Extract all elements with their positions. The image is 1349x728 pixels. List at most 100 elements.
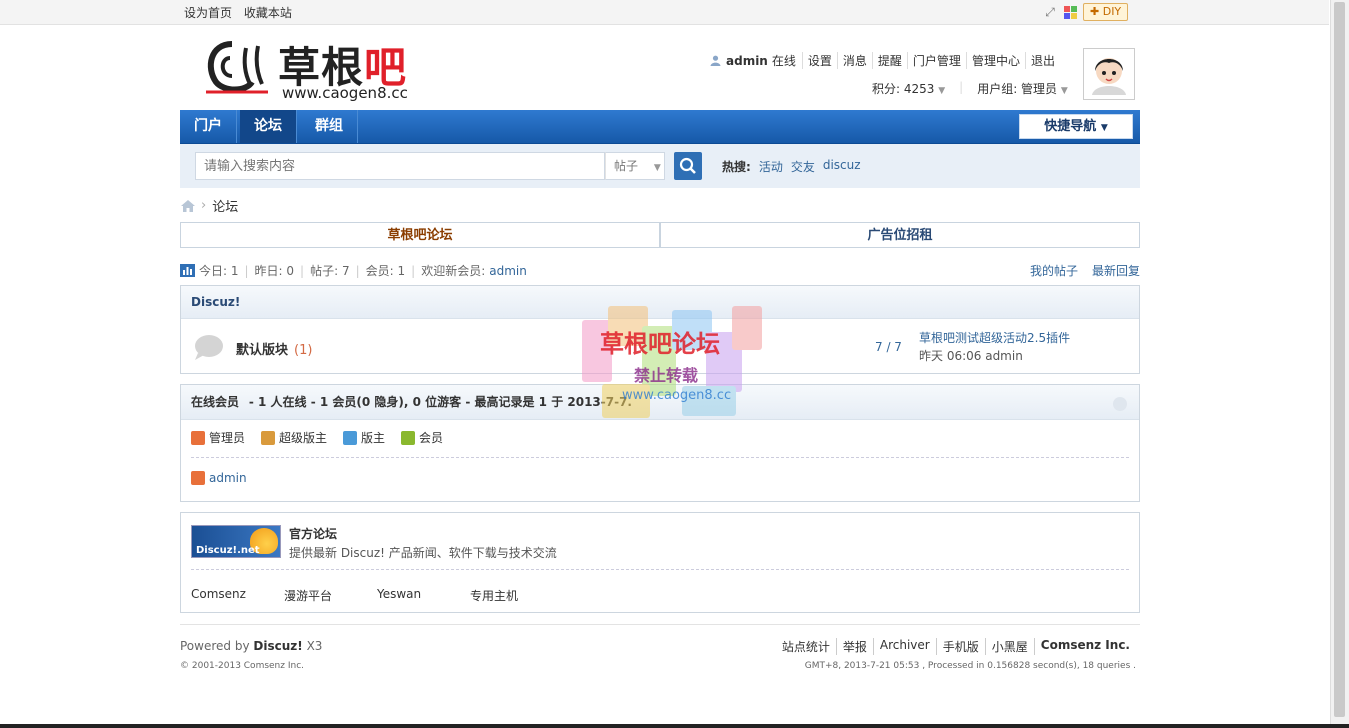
forum-last-post: 草根吧测试超级活动2.5插件 昨天 06:06 admin (919, 329, 1070, 365)
forum-name-link[interactable]: 默认版块 (1) (236, 339, 312, 358)
quick-nav-button[interactable]: 快捷导航 ▼ (1019, 114, 1133, 139)
online-title[interactable]: 在线会员 (191, 395, 239, 409)
diy-button[interactable]: ✚ DIY (1083, 3, 1129, 21)
logo-emblem-icon (206, 41, 268, 94)
notifications-link[interactable]: 提醒 (871, 52, 907, 69)
caret-down-icon: ▼ (938, 86, 946, 96)
bookmark-link[interactable]: 收藏本站 (244, 6, 292, 20)
online-username[interactable]: admin (209, 471, 247, 485)
hot-search-label: 热搜: (722, 160, 751, 174)
hot-search-item[interactable]: 活动 (759, 158, 783, 175)
legend-admin: 管理员 (191, 429, 245, 446)
top-toolbar: 设为首页 收藏本站 ⤢ ✚ DIY (0, 0, 1329, 25)
user-info: 积分: 4253 ▼ | 用户组: 管理员 ▼ (872, 80, 1068, 97)
member-legend: 管理员 超级版主 版主 会员 (191, 429, 443, 446)
stat-today: 今日: 1 (199, 264, 239, 278)
header-tab-ads[interactable]: 广告位招租 (660, 222, 1140, 248)
stat-posts: 帖子: 7 (310, 264, 350, 278)
divider (191, 569, 1129, 570)
footer-link-blacklist[interactable]: 小黑屋 (984, 638, 1034, 655)
home-icon[interactable] (181, 199, 195, 212)
page-timing: GMT+8, 2013-7-21 05:53 , Processed in 0.… (804, 661, 1136, 671)
hot-searches: 热搜: 活动 交友 discuz (722, 158, 861, 175)
user-icon (710, 55, 722, 67)
collapse-icon[interactable] (1113, 397, 1127, 411)
footer-divider (180, 624, 1140, 625)
usergroup-dropdown[interactable]: 用户组: 管理员 ▼ (977, 80, 1068, 97)
online-summary: - 1 人在线 - 1 会员(0 隐身), 0 位游客 - 最高记录是 1 于 … (248, 395, 632, 409)
footer-link-comsenz[interactable]: Comsenz Inc. (1033, 638, 1136, 655)
logout-link[interactable]: 退出 (1024, 52, 1060, 69)
site-logo[interactable]: 草根吧 www.caogen8.cc (202, 34, 432, 104)
latest-replies-link[interactable]: 最新回复 (1092, 262, 1140, 279)
last-post-title-link[interactable]: 草根吧测试超级活动2.5插件 (919, 329, 1070, 347)
search-input[interactable] (195, 152, 605, 180)
caret-down-icon: ▼ (1060, 86, 1068, 96)
main-nav: 门户 论坛 群组 (180, 110, 1140, 144)
stat-yesterday: 昨日: 0 (254, 264, 295, 278)
friend-link[interactable]: 漫游平台 (284, 587, 377, 604)
stat-members: 会员: 1 (365, 264, 406, 278)
header-tab-forum[interactable]: 草根吧论坛 (180, 222, 660, 248)
online-status[interactable]: 在线 (772, 52, 802, 69)
friend-links: Discuz!.net 官方论坛 提供最新 Discuz! 产品新闻、软件下载与… (180, 512, 1140, 613)
portal-admin-link[interactable]: 门户管理 (906, 52, 966, 69)
legend-member: 会员 (401, 429, 443, 446)
friend-link[interactable]: Comsenz (191, 587, 284, 604)
chevron-right-icon: › (201, 198, 207, 213)
forum-bubble-icon[interactable] (192, 333, 224, 361)
copyright: © 2001-2013 Comsenz Inc. (180, 661, 305, 671)
admin-center-link[interactable]: 管理中心 (965, 52, 1025, 69)
scrollbar-thumb[interactable] (1334, 2, 1345, 717)
new-member-link[interactable]: admin (489, 264, 527, 278)
admin-user-icon (191, 471, 205, 485)
forum-stats: 今日: 1 | 昨日: 0 | 帖子: 7 | 会员: 1 | 欢迎新会员: admin… (180, 262, 1140, 279)
text-links: Comsenz 漫游平台 Yeswan 专用主机 (191, 587, 563, 604)
footer-links: 站点统计 举报 Archiver 手机版 小黑屋 Comsenz Inc. (776, 638, 1136, 655)
points-dropdown[interactable]: 积分: 4253 ▼ (872, 80, 945, 97)
last-post-meta[interactable]: 昨天 06:06 admin (919, 347, 1070, 365)
vertical-scrollbar[interactable] (1330, 0, 1349, 728)
forum-post-count: 7 / 7 (875, 340, 902, 354)
caret-down-icon: ▼ (1100, 123, 1108, 133)
header-tabs: 草根吧论坛 广告位招租 (180, 222, 1140, 249)
nav-tab-portal[interactable]: 门户 (180, 110, 237, 143)
footer-link-stats[interactable]: 站点统计 (776, 638, 836, 655)
set-homepage-link[interactable]: 设为首页 (184, 6, 232, 20)
discuz-banner[interactable]: Discuz!.net (191, 525, 281, 558)
friend-link[interactable]: Yeswan (377, 587, 470, 604)
watermark-url: www.caogen8.cc (622, 388, 732, 403)
footer-link-mobile[interactable]: 手机版 (935, 638, 985, 655)
breadcrumb-current[interactable]: 论坛 (212, 196, 238, 215)
divider (191, 457, 1129, 458)
footer-link-archiver[interactable]: Archiver (872, 638, 936, 655)
watermark-badge: 草根吧论坛 禁止转载 www.caogen8.cc (582, 306, 764, 418)
hot-search-item[interactable]: discuz (823, 158, 861, 175)
nav-tab-groups[interactable]: 群组 (301, 110, 358, 143)
messages-link[interactable]: 消息 (836, 52, 872, 69)
legend-super-mod: 超级版主 (261, 429, 327, 446)
theme-palette-icon[interactable] (1063, 5, 1077, 19)
window-bottom-edge (0, 724, 1349, 728)
search-icon (679, 157, 696, 174)
friend-link[interactable]: 专用主机 (470, 587, 563, 604)
mod-user-icon (343, 430, 358, 445)
official-forum-link[interactable]: 官方论坛 (289, 525, 337, 542)
username-link[interactable]: admin (726, 54, 768, 68)
settings-link[interactable]: 设置 (801, 52, 837, 69)
avatar-image-icon (1084, 49, 1134, 99)
search-type-select[interactable]: 帖子 ▼ (605, 152, 665, 180)
member-user-icon (401, 430, 416, 445)
avatar[interactable] (1083, 48, 1135, 100)
legend-mod: 版主 (343, 429, 385, 446)
hot-search-item[interactable]: 交友 (791, 158, 815, 175)
nav-tab-forum[interactable]: 论坛 (240, 110, 297, 143)
search-button[interactable] (674, 152, 702, 180)
footer-link-report[interactable]: 举报 (835, 638, 873, 655)
online-user-item[interactable]: admin (191, 471, 247, 485)
discuz-link[interactable]: Discuz! (253, 639, 302, 653)
admin-user-icon (191, 430, 205, 445)
my-posts-link[interactable]: 我的帖子 (1030, 262, 1078, 279)
fullscreen-icon[interactable]: ⤢ (1043, 5, 1057, 19)
watermark-sub: 禁止转载 (634, 366, 699, 385)
